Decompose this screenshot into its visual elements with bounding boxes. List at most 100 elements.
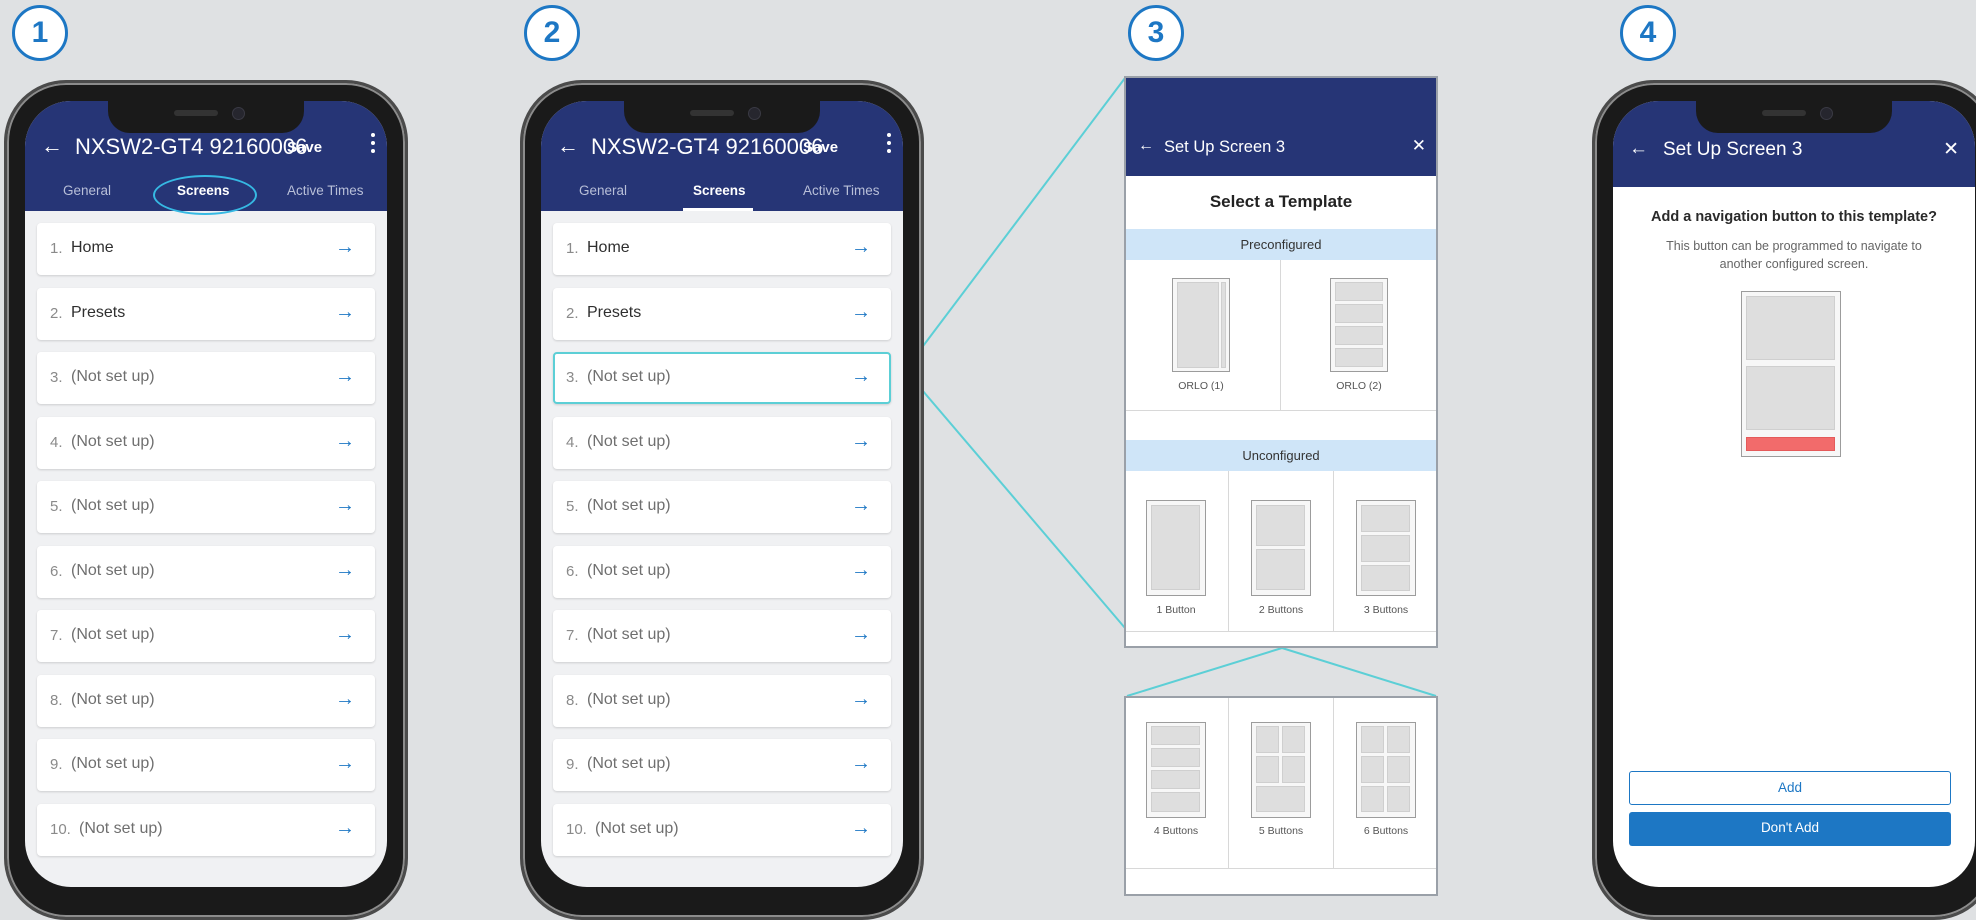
- template-3-buttons[interactable]: [1356, 500, 1416, 596]
- list-item-selected[interactable]: 3. (Not set up) →: [553, 352, 891, 404]
- device-title: NXSW2-GT4 92160006: [75, 134, 308, 159]
- item-number: 8.: [566, 691, 579, 709]
- tab-active-times[interactable]: Active Times: [287, 183, 364, 198]
- screens-list: 1. Home → 2. Presets → 3. (Not set up) → 4. (No…: [553, 223, 891, 868]
- item-number: 3.: [50, 369, 63, 386]
- back-arrow-icon[interactable]: ←: [41, 133, 63, 159]
- list-item[interactable]: 4. (Not set up) →: [553, 416, 891, 469]
- save-button[interactable]: Save: [287, 139, 322, 156]
- list-item[interactable]: 10. (Not set up) →: [553, 803, 891, 856]
- list-item[interactable]: 8. (Not set up) →: [37, 674, 375, 727]
- add-button[interactable]: Add: [1629, 771, 1951, 805]
- tab-general[interactable]: General: [579, 183, 627, 198]
- list-item[interactable]: 8. (Not set up) →: [553, 674, 891, 727]
- list-item[interactable]: 1. Home →: [37, 223, 375, 275]
- item-label: (Not set up): [71, 561, 155, 579]
- template-label: 5 Buttons: [1258, 825, 1304, 837]
- screens-list: 1. Home → 2. Presets → 3. (Not set up) → 4. (No…: [37, 223, 375, 868]
- item-number: 9.: [566, 756, 579, 773]
- navigation-button-preview: [1746, 437, 1835, 451]
- item-number: 7.: [50, 627, 63, 644]
- item-label: (Not set up): [79, 819, 163, 837]
- step-badge-4: 4: [1620, 5, 1676, 61]
- arrow-right-icon: →: [851, 752, 871, 774]
- item-number: 2.: [50, 304, 63, 322]
- item-label: Presets: [587, 303, 642, 321]
- back-arrow-icon[interactable]: ←: [557, 133, 579, 159]
- question-heading: Add a navigation button to this template…: [1651, 209, 1937, 225]
- list-item[interactable]: 1. Home →: [553, 223, 891, 275]
- phone-4: ← Set Up Screen 3 ✕ Add a navigation but…: [1592, 80, 1976, 920]
- template-4-buttons[interactable]: [1146, 722, 1206, 818]
- save-button[interactable]: Save: [803, 139, 838, 156]
- template-picker-panel: ← Set Up Screen 3 ✕ Select a Template Pr…: [1124, 76, 1438, 648]
- arrow-right-icon: →: [851, 816, 871, 839]
- more-options-icon[interactable]: [887, 133, 893, 157]
- list-item[interactable]: 5. (Not set up) →: [37, 481, 375, 533]
- dont-add-button[interactable]: Don't Add: [1629, 812, 1951, 846]
- tab-screens[interactable]: Screens: [693, 183, 746, 198]
- item-label: (Not set up): [587, 690, 671, 708]
- item-label: (Not set up): [587, 497, 671, 514]
- arrow-right-icon: →: [335, 429, 355, 452]
- phone-2-screen: ← NXSW2-GT4 92160006 Save General Screen…: [541, 101, 903, 887]
- back-arrow-icon[interactable]: ←: [1629, 138, 1648, 160]
- template-label: 2 Buttons: [1258, 604, 1304, 616]
- list-item[interactable]: 6. (Not set up) →: [553, 545, 891, 598]
- item-label: (Not set up): [595, 819, 679, 837]
- list-item[interactable]: 5. (Not set up) →: [553, 481, 891, 533]
- template-5-buttons[interactable]: [1251, 722, 1311, 818]
- list-item[interactable]: 6. (Not set up) →: [37, 545, 375, 598]
- list-item[interactable]: 9. (Not set up) →: [553, 739, 891, 791]
- list-item[interactable]: 3. (Not set up) →: [37, 352, 375, 404]
- back-arrow-icon[interactable]: ←: [1138, 137, 1154, 155]
- item-number: 1.: [566, 240, 579, 257]
- arrow-right-icon: →: [335, 752, 355, 774]
- template-orlo-2[interactable]: [1330, 278, 1388, 372]
- more-options-icon[interactable]: [371, 133, 377, 157]
- item-number: 4.: [50, 433, 63, 451]
- item-label: (Not set up): [71, 368, 155, 385]
- list-item[interactable]: 7. (Not set up) →: [553, 610, 891, 662]
- list-item[interactable]: 2. Presets →: [553, 287, 891, 340]
- item-label: (Not set up): [587, 368, 671, 385]
- template-picker-more: 4 Buttons 5 Buttons 6 Buttons: [1124, 696, 1438, 896]
- template-preview: [1741, 291, 1841, 457]
- tab-active-times[interactable]: Active Times: [803, 183, 880, 198]
- item-label: Presets: [71, 303, 126, 321]
- step-badge-2: 2: [524, 5, 580, 61]
- list-item[interactable]: 2. Presets →: [37, 287, 375, 340]
- template-1-button[interactable]: [1146, 500, 1206, 596]
- close-icon[interactable]: ✕: [1943, 138, 1959, 161]
- item-number: 3.: [566, 369, 579, 386]
- arrow-right-icon: →: [851, 429, 871, 452]
- list-item[interactable]: 10. (Not set up) →: [37, 803, 375, 856]
- template-2-buttons[interactable]: [1251, 500, 1311, 596]
- item-number: 10.: [566, 820, 587, 838]
- phone-2: ← NXSW2-GT4 92160006 Save General Screen…: [520, 80, 924, 920]
- template-label: 3 Buttons: [1363, 604, 1409, 616]
- arrow-right-icon: →: [335, 365, 355, 387]
- arrow-right-icon: →: [335, 494, 355, 516]
- app-bar: ← Set Up Screen 3 ✕: [1126, 78, 1436, 176]
- template-label: 4 Buttons: [1153, 825, 1199, 837]
- item-label: (Not set up): [587, 626, 671, 643]
- item-number: 6.: [50, 562, 63, 580]
- arrow-right-icon: →: [851, 558, 871, 581]
- list-item[interactable]: 4. (Not set up) →: [37, 416, 375, 469]
- unconfigured-header: Unconfigured: [1126, 440, 1436, 471]
- item-label: (Not set up): [71, 432, 155, 450]
- template-6-buttons[interactable]: [1356, 722, 1416, 818]
- list-item[interactable]: 9. (Not set up) →: [37, 739, 375, 791]
- item-label: Home: [71, 239, 114, 256]
- phone-1-screen: ← NXSW2-GT4 92160006 Save General Screen…: [25, 101, 387, 887]
- tab-general[interactable]: General: [63, 183, 111, 198]
- arrow-right-icon: →: [335, 236, 355, 258]
- item-number: 10.: [50, 820, 71, 838]
- list-item[interactable]: 7. (Not set up) →: [37, 610, 375, 662]
- template-orlo-1[interactable]: [1172, 278, 1230, 372]
- device-title: NXSW2-GT4 92160006: [591, 134, 824, 159]
- template-label: ORLO (1): [1178, 380, 1224, 392]
- close-icon[interactable]: ✕: [1412, 136, 1426, 156]
- template-label: ORLO (2): [1336, 380, 1382, 392]
